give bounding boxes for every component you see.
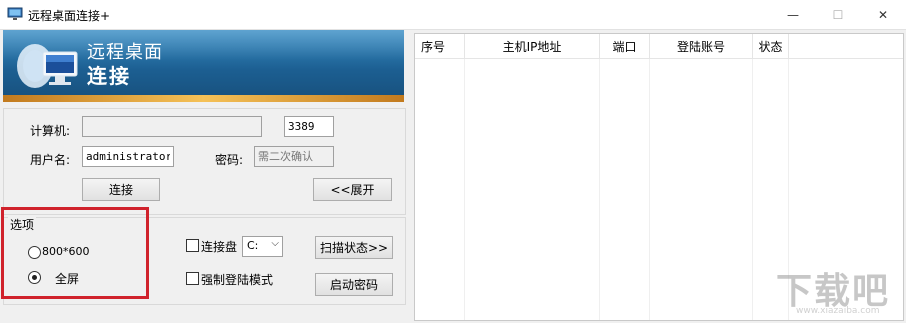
window-title: 远程桌面连接+	[28, 9, 111, 23]
computer-input[interactable]	[82, 116, 262, 137]
username-input[interactable]	[82, 146, 174, 167]
start-password-button[interactable]: 启动密码	[315, 273, 393, 296]
column-header-port[interactable]: 端口	[600, 34, 650, 59]
remote-desktop-app-icon	[7, 7, 23, 20]
connect-disk-label: 连接盘	[201, 240, 238, 254]
column-divider	[599, 59, 600, 320]
minimize-icon: —	[787, 7, 799, 22]
connect-button[interactable]: 连接	[82, 178, 160, 201]
column-header-account[interactable]: 登陆账号	[650, 34, 753, 59]
highlight-annotation	[1, 207, 149, 299]
watermark-url: www.xiazaiba.com	[796, 306, 880, 316]
drive-select-value: C:	[247, 239, 259, 252]
drive-select[interactable]: C: ⌵	[242, 236, 283, 257]
column-divider	[649, 59, 650, 320]
force-login-checkbox[interactable]	[186, 272, 199, 285]
column-header-status[interactable]: 状态	[753, 34, 789, 59]
banner-accent-strip	[3, 95, 404, 102]
force-login-label: 强制登陆模式	[201, 273, 274, 287]
username-label: 用户名:	[30, 153, 71, 167]
chevron-down-icon: ⌵	[271, 238, 279, 249]
maximize-icon: ☐	[832, 7, 844, 22]
expand-button[interactable]: <<展开	[313, 178, 392, 201]
host-list-header: 序号 主机IP地址 端口 登陆账号 状态	[415, 34, 903, 59]
remote-desktop-logo-icon	[17, 44, 78, 88]
minimize-button[interactable]: —	[770, 0, 816, 29]
column-header-host-ip[interactable]: 主机IP地址	[465, 34, 600, 59]
column-divider	[752, 59, 753, 320]
password-input[interactable]	[254, 146, 334, 167]
header-banner: 远程桌面 连接	[3, 30, 404, 102]
port-input[interactable]	[284, 116, 334, 137]
computer-label: 计算机:	[30, 124, 71, 138]
site-watermark: 下载吧 www.xiazaiba.com	[776, 262, 902, 320]
scan-status-button[interactable]: 扫描状态>>	[315, 236, 393, 259]
title-bar: 远程桌面连接+ — ☐ ✕	[0, 0, 906, 29]
close-icon: ✕	[877, 7, 889, 22]
maximize-button[interactable]: ☐	[815, 0, 861, 29]
close-button[interactable]: ✕	[860, 0, 906, 29]
column-divider	[464, 59, 465, 320]
banner-title-line2: 连接	[87, 64, 131, 88]
password-label: 密码:	[215, 153, 244, 167]
column-header-index[interactable]: 序号	[415, 34, 465, 59]
connect-disk-checkbox[interactable]	[186, 239, 199, 252]
